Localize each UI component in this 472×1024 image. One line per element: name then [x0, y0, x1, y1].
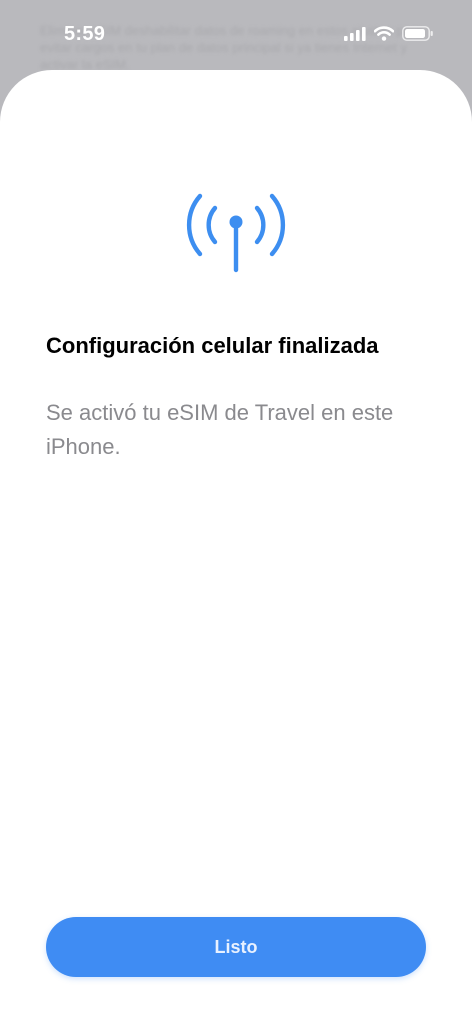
page-subtitle: Se activó tu eSIM de Travel en este iPho… — [46, 400, 394, 459]
wifi-icon — [374, 26, 394, 41]
status-bar: 5:59 — [0, 0, 472, 70]
status-icons — [344, 26, 434, 41]
page-title: Configuración celular finalizada — [46, 333, 379, 358]
battery-icon — [402, 26, 433, 41]
cellular-signal-icon — [344, 26, 366, 41]
status-time: 5:59 — [64, 23, 106, 45]
done-button[interactable]: Listo — [46, 917, 426, 977]
completion-sheet: Configuración celular finalizada Se acti… — [0, 70, 472, 1024]
antenna-signal-icon — [186, 193, 286, 273]
